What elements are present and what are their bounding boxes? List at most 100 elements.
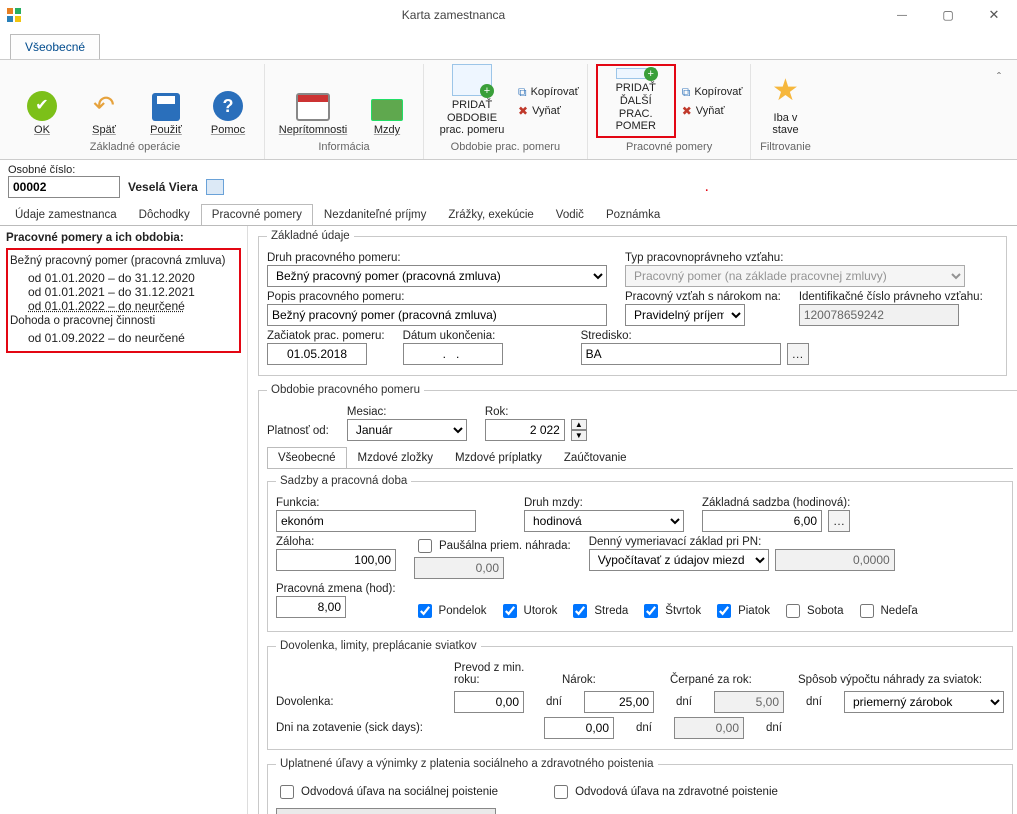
fieldset-rates: Sadzby a pracovná doba Funkcia: Druh mzd… <box>267 475 1013 632</box>
narok-label: Pracovný vzťah s nárokom na: <box>625 291 781 303</box>
legend-period: Obdobie pracovného pomeru <box>267 384 424 396</box>
day-mon[interactable] <box>418 604 432 618</box>
card-tab-1[interactable]: Dôchodky <box>128 204 201 225</box>
day-fri[interactable] <box>717 604 731 618</box>
ribbon-tab-general[interactable]: Všeobecné <box>10 34 100 59</box>
center-browse-button[interactable]: … <box>787 343 809 365</box>
window-close[interactable] <box>971 0 1017 30</box>
copy-relation-button[interactable]: ⧉Kopírovať <box>682 85 743 100</box>
card-tab-0[interactable]: Údaje zamestnanca <box>4 204 128 225</box>
card-tab-5[interactable]: Vodič <box>545 204 595 225</box>
start-label: Začiatok prac. pomeru: <box>267 330 385 342</box>
tree-subitem[interactable]: od 01.01.2022 – do neurčené <box>10 299 237 313</box>
shift-input[interactable] <box>276 596 346 618</box>
absence-button[interactable]: Neprítomnosti <box>273 64 353 138</box>
legend-vacation: Dovolenka, limity, preplácanie sviatkov <box>276 640 481 652</box>
tree-subitem[interactable]: od 01.09.2022 – do neurčené <box>10 331 237 345</box>
month-select[interactable]: Január <box>347 419 467 441</box>
popis-label: Popis pracovného pomeru: <box>267 291 607 303</box>
ent-col-label: Nárok: <box>562 674 652 686</box>
valid-from-label: Platnosť od: <box>267 425 329 437</box>
end-input[interactable] <box>403 343 503 365</box>
tree-item[interactable]: Dohoda o pracovnej činnosti <box>10 313 237 331</box>
center-input[interactable] <box>581 343 781 365</box>
help-icon: ? <box>213 91 243 121</box>
window-title: Karta zamestnanca <box>28 8 879 22</box>
day-tue[interactable] <box>503 604 517 618</box>
dov-used-input <box>714 691 784 713</box>
start-input[interactable] <box>267 343 367 365</box>
save-icon <box>152 93 180 121</box>
popis-input[interactable] <box>267 304 607 326</box>
advance-input[interactable] <box>276 549 396 571</box>
fieldset-exempt: Uplatnené úľavy a výnimky z platenia soc… <box>267 758 1013 814</box>
tree-subitem[interactable]: od 01.01.2020 – do 31.12.2020 <box>10 271 237 285</box>
inner-tab-1[interactable]: Mzdové zložky <box>347 447 444 468</box>
typ-select: Pracovný pomer (na základe pracovnej zml… <box>625 265 965 287</box>
wagetype-label: Druh mzdy: <box>524 497 684 509</box>
card-tab-3[interactable]: Nezdaniteľné príjmy <box>313 204 437 225</box>
back-button[interactable]: ↶Späť <box>76 64 132 138</box>
apply-button[interactable]: Použiť <box>138 64 194 138</box>
druh-select[interactable]: Bežný pracovný pomer (pracovná zmluva) <box>267 265 607 287</box>
dvz-select[interactable]: Vypočítavať z údajov miezd <box>589 549 769 571</box>
year-down[interactable]: ▼ <box>571 430 587 441</box>
year-up[interactable]: ▲ <box>571 419 587 430</box>
year-input[interactable] <box>485 419 565 441</box>
tree-subitem[interactable]: od 01.01.2021 – do 31.12.2021 <box>10 285 237 299</box>
only-in-state-button[interactable]: ★Iba v stave <box>759 64 811 138</box>
day-sat[interactable] <box>786 604 800 618</box>
inner-tab-0[interactable]: Všeobecné <box>267 447 347 468</box>
inner-tab-3[interactable]: Zaúčtovanie <box>553 447 638 468</box>
cut-icon: ✖ <box>518 104 528 118</box>
card-tab-2[interactable]: Pracovné pomery <box>201 204 313 225</box>
group-info-label: Informácia <box>318 138 369 159</box>
day-thu[interactable] <box>644 604 658 618</box>
narok-select[interactable]: Pravidelný príjem <box>625 304 745 326</box>
func-input[interactable] <box>276 510 476 532</box>
window-maximize[interactable] <box>925 0 971 30</box>
sick-ent-input[interactable] <box>544 717 614 739</box>
cut-relation-button[interactable]: ✖Vyňať <box>682 104 725 118</box>
add-relation-button[interactable]: PRIDAŤ ĎALŠÍ PRAC. POMER <box>596 64 676 138</box>
center-label: Stredisko: <box>581 330 809 342</box>
ribbon-collapse-toggle[interactable]: ˆ <box>987 64 1011 159</box>
fieldset-basic: Základné údaje Druh pracovného pomeru: B… <box>258 230 1007 376</box>
day-sun[interactable] <box>860 604 874 618</box>
end-label: Dátum ukončenia: <box>403 330 503 342</box>
soc-exempt-checkbox[interactable] <box>280 785 294 799</box>
card-tab-4[interactable]: Zrážky, exekúcie <box>437 204 544 225</box>
druh-label: Druh pracovného pomeru: <box>267 252 607 264</box>
copy-period-button[interactable]: ⧉Kopírovať <box>518 85 579 100</box>
star-icon: ★ <box>768 75 802 109</box>
window-minimize[interactable] <box>879 0 925 30</box>
inner-tab-2[interactable]: Mzdové príplatky <box>444 447 553 468</box>
wagetype-select[interactable]: hodinová <box>524 510 684 532</box>
holiday-select[interactable]: priemerný zárobok <box>844 691 1004 713</box>
cut-period-button[interactable]: ✖Vyňať <box>518 104 561 118</box>
person-number-input[interactable] <box>8 176 120 198</box>
dov-ent-input[interactable] <box>584 691 654 713</box>
dov-prev-input[interactable] <box>454 691 524 713</box>
baserate-input[interactable] <box>702 510 822 532</box>
holiday-label: Spôsob výpočtu náhrady za sviatok: <box>798 674 982 686</box>
dvz-label: Denný vymeriavací základ pri PN: <box>589 536 895 548</box>
baserate-browse[interactable]: … <box>828 510 850 532</box>
day-wed[interactable] <box>573 604 587 618</box>
cut-icon: ✖ <box>682 104 692 118</box>
ok-button[interactable]: ✔OK <box>14 64 70 138</box>
add-period-button[interactable]: PRIDAŤ OBDOBIE prac. pomeru <box>432 64 512 138</box>
tree-item[interactable]: Bežný pracovný pomer (pracovná zmluva) <box>10 253 237 271</box>
calendar-small-icon[interactable] <box>206 179 224 195</box>
help-button[interactable]: ?Pomoc <box>200 64 256 138</box>
add-period-icon <box>452 64 492 96</box>
wages-button[interactable]: Mzdy <box>359 64 415 138</box>
person-number-label: Osobné číslo: <box>8 164 1009 176</box>
zdr-exempt-checkbox[interactable] <box>554 785 568 799</box>
card-tab-6[interactable]: Poznámka <box>595 204 671 225</box>
flat-checkbox[interactable] <box>418 539 432 553</box>
month-label: Mesiac: <box>347 406 467 418</box>
exempt-detail-select[interactable] <box>276 808 496 814</box>
fieldset-vacation: Dovolenka, limity, preplácanie sviatkov … <box>267 640 1013 750</box>
calendar-icon <box>296 93 330 121</box>
